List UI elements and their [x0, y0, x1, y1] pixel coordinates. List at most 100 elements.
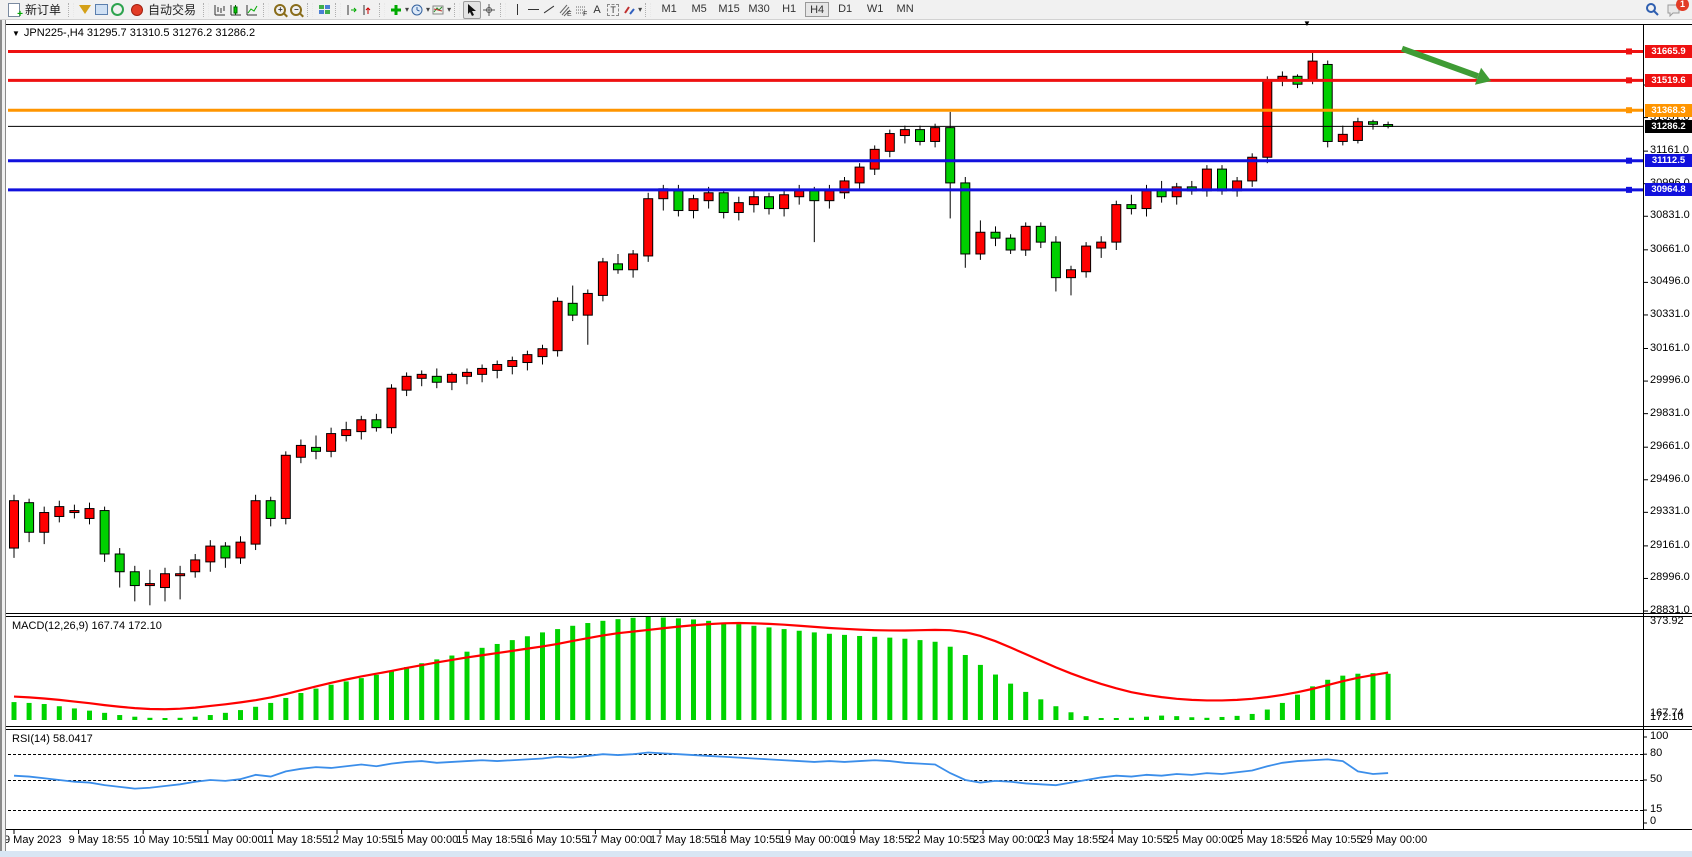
auto-trading-icon — [129, 2, 145, 18]
macd-signal-value-label: 172.10 — [1650, 711, 1684, 723]
date-label: 11 May 18:55 — [262, 834, 328, 846]
toolbar-grip — [263, 3, 269, 17]
rsi-axis-label: 0 — [1650, 815, 1656, 827]
crosshair-tool-button[interactable] — [481, 2, 497, 18]
notification-badge: 1 — [1676, 0, 1689, 11]
window-left-edge[interactable] — [0, 20, 6, 851]
fibonacci-fan-tool[interactable]: F — [573, 2, 589, 18]
timeframe-H1[interactable]: H1 — [775, 2, 803, 17]
auto-trading-button[interactable]: 自动交易 — [125, 2, 200, 18]
add-indicator-icon[interactable] — [388, 2, 404, 18]
new-order-icon: + — [6, 2, 22, 18]
price-tick-label: 30831.0 — [1650, 209, 1690, 221]
timeframe-D1[interactable]: D1 — [831, 2, 859, 17]
price-tick-label: 29996.0 — [1650, 374, 1690, 386]
date-label: 25 May 18:55 — [1231, 834, 1298, 846]
plot-top-border — [0, 24, 1692, 25]
candlestick-chart-icon[interactable] — [228, 2, 244, 18]
clock-icon[interactable] — [409, 2, 425, 18]
styles-funnel-icon[interactable] — [77, 2, 93, 18]
date-label: 26 May 10:55 — [1296, 834, 1363, 846]
date-label: 23 May 18:55 — [1038, 834, 1105, 846]
date-label: 25 May 00:00 — [1167, 834, 1234, 846]
rsi-pane-header: RSI(14) 58.0417 — [12, 733, 93, 745]
chart-window-icon[interactable] — [93, 2, 109, 18]
date-label: 9 May 2023 — [4, 834, 61, 846]
zoom-in-icon[interactable]: + — [272, 2, 288, 18]
price-tick-label: 29161.0 — [1650, 539, 1690, 551]
date-label: 16 May 10:55 — [521, 834, 588, 846]
date-label: 12 May 10:55 — [327, 834, 394, 846]
chat-icon[interactable]: 1 — [1666, 2, 1682, 18]
toolbar-grip — [203, 3, 209, 17]
date-label: 18 May 10:55 — [715, 834, 782, 846]
price-tick-label: 30161.0 — [1650, 342, 1690, 354]
symbol-dropdown-icon[interactable]: ▼ — [12, 29, 20, 38]
rsi-level-15 — [8, 810, 1643, 811]
cursor-tool-button[interactable] — [463, 1, 481, 19]
horizontal-line-tool[interactable] — [525, 2, 541, 18]
new-order-button[interactable]: + 新订单 — [2, 2, 65, 18]
line-chart-icon[interactable] — [244, 2, 260, 18]
toolbar-grip — [454, 3, 460, 17]
toolbar-grip — [379, 3, 385, 17]
rsi-level-50 — [8, 780, 1643, 781]
price-level-badge: 30964.8 — [1645, 183, 1692, 196]
date-label: 22 May 10:55 — [908, 834, 975, 846]
fibonacci-tool[interactable]: E — [557, 2, 573, 18]
arrows-tool[interactable] — [621, 2, 637, 18]
price-tick-label: 30661.0 — [1650, 243, 1690, 255]
new-order-label: 新订单 — [25, 1, 61, 18]
template-caret[interactable]: ▾ — [447, 5, 451, 14]
vertical-line-tool[interactable] — [509, 2, 525, 18]
template-icon[interactable] — [430, 2, 446, 18]
price-tick-label: 29831.0 — [1650, 407, 1690, 419]
toolbar-grip — [68, 3, 74, 17]
rsi-axis-label: 80 — [1650, 747, 1662, 759]
timeframe-group: M1M5M15M30H1H4D1W1MN — [654, 2, 920, 17]
date-label: 9 May 18:55 — [69, 834, 130, 846]
search-icon[interactable] — [1644, 2, 1660, 18]
timeframe-M5[interactable]: M5 — [685, 2, 713, 17]
price-axis-line — [1643, 24, 1644, 830]
text-tool[interactable]: A — [589, 2, 605, 18]
date-label: 19 May 18:55 — [844, 834, 911, 846]
chart-shift-marker[interactable]: ▼ — [1303, 19, 1311, 28]
rsi-separator-top[interactable] — [0, 726, 1692, 727]
price-tick-label: 29331.0 — [1650, 505, 1690, 517]
timeframe-W1[interactable]: W1 — [861, 2, 889, 17]
trendline-tool[interactable] — [541, 2, 557, 18]
date-label: 23 May 00:00 — [973, 834, 1040, 846]
price-tick-label: 30496.0 — [1650, 275, 1690, 287]
timeframe-M15[interactable]: M15 — [715, 2, 743, 17]
price-level-badge: 31368.3 — [1645, 104, 1692, 117]
tile-windows-icon[interactable] — [316, 2, 332, 18]
date-label: 19 May 00:00 — [779, 834, 846, 846]
timeframe-M1[interactable]: M1 — [655, 2, 683, 17]
indicator-add-window-icon[interactable] — [360, 2, 376, 18]
price-level-badge: 31112.5 — [1645, 154, 1692, 167]
fibo-e-glyph: E — [567, 11, 572, 17]
signal-icon[interactable] — [109, 2, 125, 18]
toolbar: + 新订单 自动交易 + − ▾ ▾ ▾ E F — [0, 0, 1692, 20]
bar-chart-icon[interactable] — [212, 2, 228, 18]
indicator-window-icon[interactable] — [344, 2, 360, 18]
macd-max-label: 373.92 — [1650, 615, 1684, 627]
toolbar-grip — [500, 3, 506, 17]
rsi-separator-bottom[interactable] — [0, 729, 1692, 730]
chart-title[interactable]: ▼ JPN225-,H4 31295.7 31310.5 31276.2 312… — [12, 27, 255, 39]
date-label: 17 May 18:55 — [650, 834, 717, 846]
price-tick-label: 29661.0 — [1650, 440, 1690, 452]
toolbar-grip — [307, 3, 313, 17]
arrows-caret[interactable]: ▾ — [638, 5, 642, 14]
timeframe-H4[interactable]: H4 — [805, 2, 829, 17]
auto-trading-label: 自动交易 — [148, 1, 196, 18]
macd-separator-top[interactable] — [0, 613, 1692, 614]
macd-separator-bottom[interactable] — [0, 616, 1692, 617]
date-label: 10 May 10:55 — [133, 834, 200, 846]
label-tool[interactable]: T — [605, 2, 621, 18]
timeframe-MN[interactable]: MN — [891, 2, 919, 17]
zoom-out-icon[interactable]: − — [288, 2, 304, 18]
timeframe-M30[interactable]: M30 — [745, 2, 773, 17]
rsi-axis-label: 50 — [1650, 773, 1662, 785]
